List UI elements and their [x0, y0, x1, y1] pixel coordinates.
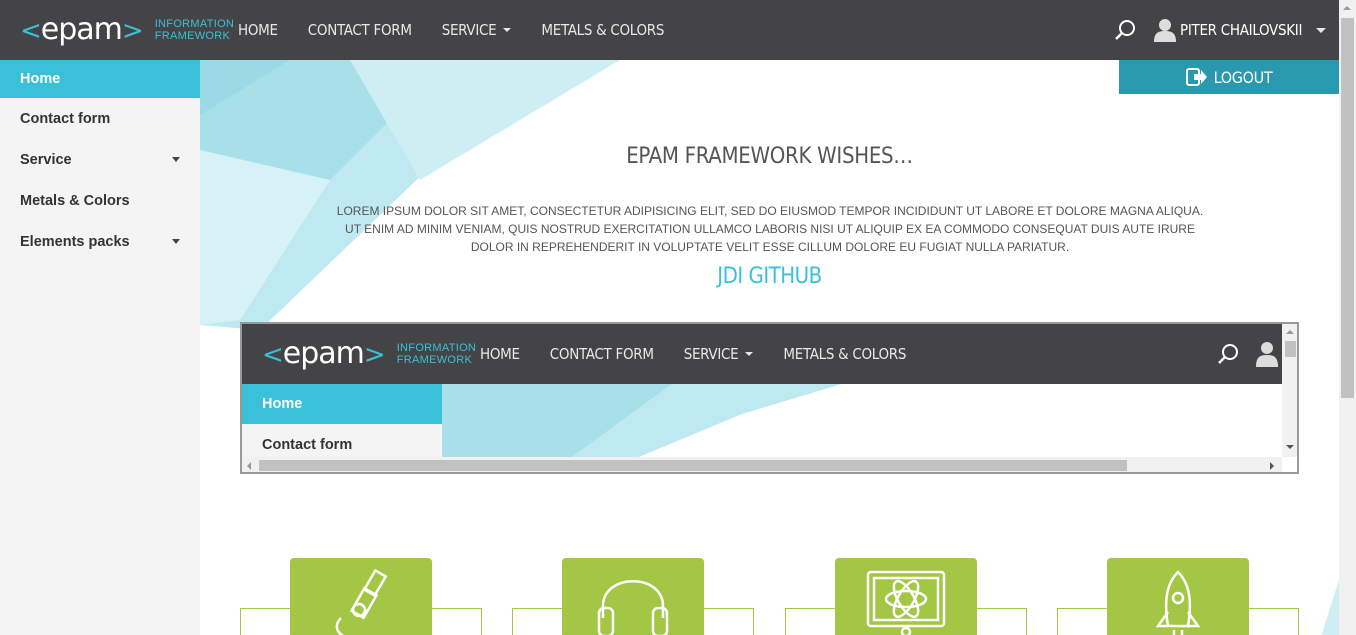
logout-icon	[1185, 68, 1207, 86]
intro-text: LOREM IPSUM DOLOR SIT AMET, CONSECTETUR …	[336, 204, 1204, 254]
sidebar-item-elements-packs[interactable]: Elements packs	[0, 221, 200, 262]
microscope-icon	[335, 568, 388, 635]
nav-home[interactable]: HOME	[480, 345, 520, 363]
search-icon[interactable]	[1218, 343, 1240, 365]
background-decoration	[1321, 580, 1339, 635]
chevron-down-icon	[172, 157, 180, 162]
page-vertical-scrollbar[interactable]	[1339, 0, 1356, 635]
chevron-down-icon	[503, 28, 512, 32]
rocket-icon	[1155, 570, 1201, 635]
iframe-horizontal-scrollbar[interactable]	[242, 457, 1282, 472]
logo-subtitle: INFORMATION FRAMEWORK	[154, 18, 235, 42]
iframe-nav: HOME CONTACT FORM SERVICE METALS & COLOR…	[480, 324, 936, 384]
iframe-sidebar: Home Contact form	[242, 384, 442, 464]
nav-service[interactable]: SERVICE	[684, 345, 754, 363]
sidebar-item-contact-form[interactable]: Contact form	[0, 98, 200, 139]
chevron-down-icon[interactable]	[1316, 28, 1326, 33]
epam-logo[interactable]: <epam> INFORMATION FRAMEWORK	[20, 11, 235, 47]
headphones-icon	[597, 580, 669, 635]
page-title: EPAM FRAMEWORK WISHES…	[626, 144, 913, 169]
sidebar-item-metals-colors[interactable]: Metals & Colors	[0, 180, 200, 221]
benefit-tile	[290, 558, 432, 635]
benefit-tile	[562, 558, 704, 635]
embedded-iframe[interactable]: <epam> INFORMATION FRAMEWORK HOME CONTACT…	[240, 322, 1299, 474]
user-icon	[1154, 19, 1176, 42]
jdi-github-link[interactable]: JDI GITHUB	[200, 264, 1339, 289]
chevron-down-icon	[172, 239, 180, 244]
nav-contact-form[interactable]: CONTACT FORM	[550, 345, 654, 363]
main-content: LOGOUT EPAM FRAMEWORK WISHES… LOREM IPSU…	[200, 60, 1339, 635]
sidebar-item-home[interactable]: Home	[242, 384, 442, 424]
iframe-navbar: <epam> INFORMATION FRAMEWORK HOME CONTACT…	[242, 324, 1282, 384]
nav-service[interactable]: SERVICE	[442, 21, 512, 39]
background-decoration	[200, 60, 620, 330]
sidebar: Home Contact form Service Metals & Color…	[0, 60, 200, 635]
main-nav: HOME CONTACT FORM SERVICE METALS & COLOR…	[238, 0, 694, 60]
search-icon[interactable]	[1115, 19, 1137, 41]
logout-button[interactable]: LOGOUT	[1119, 60, 1339, 94]
nav-contact-form[interactable]: CONTACT FORM	[308, 21, 412, 39]
nav-metals-colors[interactable]: METALS & COLORS	[783, 345, 906, 363]
user-menu[interactable]: PITER CHAILOVSKII	[1154, 18, 1302, 42]
iframe-vertical-scrollbar[interactable]	[1282, 324, 1297, 457]
logo-mark: <epam>	[20, 11, 144, 47]
top-navbar: <epam> INFORMATION FRAMEWORK HOME CONTACT…	[0, 0, 1339, 60]
sidebar-item-service[interactable]: Service	[0, 139, 200, 180]
monitor-atom-icon	[866, 570, 946, 635]
benefit-tile	[835, 558, 977, 635]
epam-logo[interactable]: <epam> INFORMATION FRAMEWORK	[262, 335, 477, 371]
user-name: PITER CHAILOVSKII	[1180, 21, 1303, 39]
nav-home[interactable]: HOME	[238, 21, 278, 39]
background-decoration	[442, 384, 842, 464]
logo-subtitle: INFORMATION FRAMEWORK	[396, 342, 477, 366]
chevron-down-icon	[745, 352, 754, 356]
benefit-tile	[1107, 558, 1249, 635]
user-icon[interactable]	[1256, 341, 1278, 367]
nav-metals-colors[interactable]: METALS & COLORS	[541, 21, 664, 39]
logo-mark: <epam>	[262, 335, 386, 371]
sidebar-item-home[interactable]: Home	[0, 60, 200, 98]
